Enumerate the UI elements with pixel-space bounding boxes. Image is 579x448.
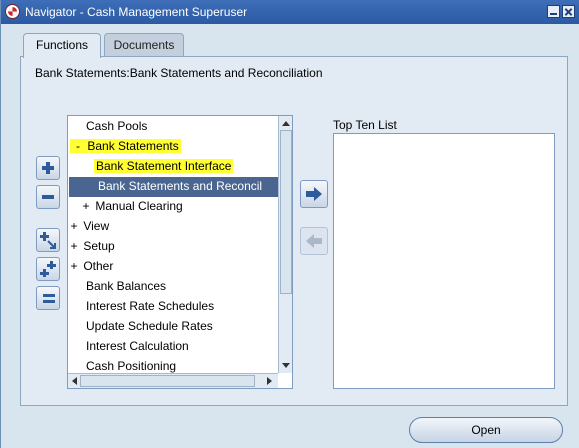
navigator-window: Navigator - Cash Management Superuser Fu… <box>0 0 579 448</box>
scroll-down-icon[interactable] <box>280 360 292 370</box>
expand-plus-icon <box>42 162 54 174</box>
tree-item-label: Manual Clearing <box>95 199 183 213</box>
tree-vertical-scrollbar[interactable] <box>278 116 292 373</box>
collapse-minus-icon <box>42 195 54 199</box>
tree-item-interest-rate-schedules[interactable]: Interest Rate Schedules <box>86 296 214 316</box>
collapse-button[interactable] <box>36 185 60 209</box>
tree-item-bank-statement-interface[interactable]: Bank Statement Interface <box>94 156 234 176</box>
add-to-top-ten-button[interactable] <box>300 180 328 208</box>
expand-all-icon <box>40 261 56 277</box>
horizontal-scroll-thumb[interactable] <box>80 375 255 387</box>
tree-item-label: Cash Pools <box>86 119 148 133</box>
remove-from-top-ten-button[interactable] <box>300 227 328 255</box>
collapse-marker[interactable]: - <box>72 136 84 156</box>
arrow-left-icon <box>306 234 322 248</box>
tree-item-label: Update Schedule Rates <box>86 319 213 333</box>
top-ten-label: Top Ten List <box>333 118 397 132</box>
tree-item-label: View <box>83 219 110 233</box>
window-title: Navigator - Cash Management Superuser <box>25 5 248 19</box>
function-tree[interactable]: Cash Pools - Bank Statements Bank Statem… <box>67 115 293 389</box>
tree-item-setup[interactable]: + Setup <box>68 236 115 256</box>
tree-item-interest-calculation[interactable]: Interest Calculation <box>86 336 189 356</box>
collapse-all-icon <box>43 294 55 303</box>
open-button-label: Open <box>471 423 501 437</box>
expand-marker[interactable]: + <box>80 196 92 216</box>
expand-button[interactable] <box>36 156 60 180</box>
tree-item-label: Bank Statements <box>87 139 179 153</box>
tree-item-label: Interest Rate Schedules <box>86 299 215 313</box>
top-ten-list[interactable] <box>333 133 555 389</box>
tree-item-manual-clearing[interactable]: + Manual Clearing <box>80 196 183 216</box>
vertical-scroll-thumb[interactable] <box>280 130 292 294</box>
tree-item-view[interactable]: + View <box>68 216 109 236</box>
tree-item-bank-balances[interactable]: Bank Balances <box>86 276 166 296</box>
scroll-right-icon[interactable] <box>265 375 275 387</box>
tree-item-bank-statements[interactable]: - Bank Statements <box>70 136 181 156</box>
tree-item-bank-statements-and-reconciliation[interactable]: Bank Statements and Reconcil <box>98 176 262 196</box>
tab-functions[interactable]: Functions <box>23 33 101 58</box>
tree-item-label: Interest Calculation <box>86 339 189 353</box>
tree-item-label: Bank Statement Interface <box>94 159 234 173</box>
tree-item-label: Setup <box>83 239 115 253</box>
expand-branch-button[interactable] <box>36 228 60 252</box>
open-button[interactable]: Open <box>409 417 563 443</box>
collapse-all-button[interactable] <box>36 286 60 310</box>
expand-marker[interactable]: + <box>68 256 80 276</box>
tree-item-cash-pools[interactable]: Cash Pools <box>86 116 147 136</box>
expand-branch-icon <box>40 232 56 249</box>
breadcrumb: Bank Statements:Bank Statements and Reco… <box>35 66 323 80</box>
scroll-up-icon[interactable] <box>280 118 292 128</box>
tab-documents[interactable]: Documents <box>104 33 184 57</box>
tree-item-other[interactable]: + Other <box>68 256 113 276</box>
arrow-right-icon <box>306 187 322 201</box>
tree-horizontal-scrollbar[interactable] <box>68 373 278 388</box>
close-button[interactable] <box>562 5 575 18</box>
expand-marker[interactable]: + <box>68 216 80 236</box>
expand-marker[interactable]: + <box>68 236 80 256</box>
tree-item-update-schedule-rates[interactable]: Update Schedule Rates <box>86 316 213 336</box>
title-bar: Navigator - Cash Management Superuser <box>1 0 579 24</box>
tree-item-label: Other <box>83 259 114 273</box>
minimize-button[interactable] <box>547 5 560 18</box>
scroll-left-icon[interactable] <box>69 375 79 387</box>
expand-all-button[interactable] <box>36 257 60 281</box>
tree-item-label: Cash Positioning <box>86 359 177 373</box>
tree-item-label: Bank Statements and Reconcil <box>98 179 263 193</box>
oracle-app-icon <box>5 4 20 19</box>
tree-item-label: Bank Balances <box>86 279 167 293</box>
